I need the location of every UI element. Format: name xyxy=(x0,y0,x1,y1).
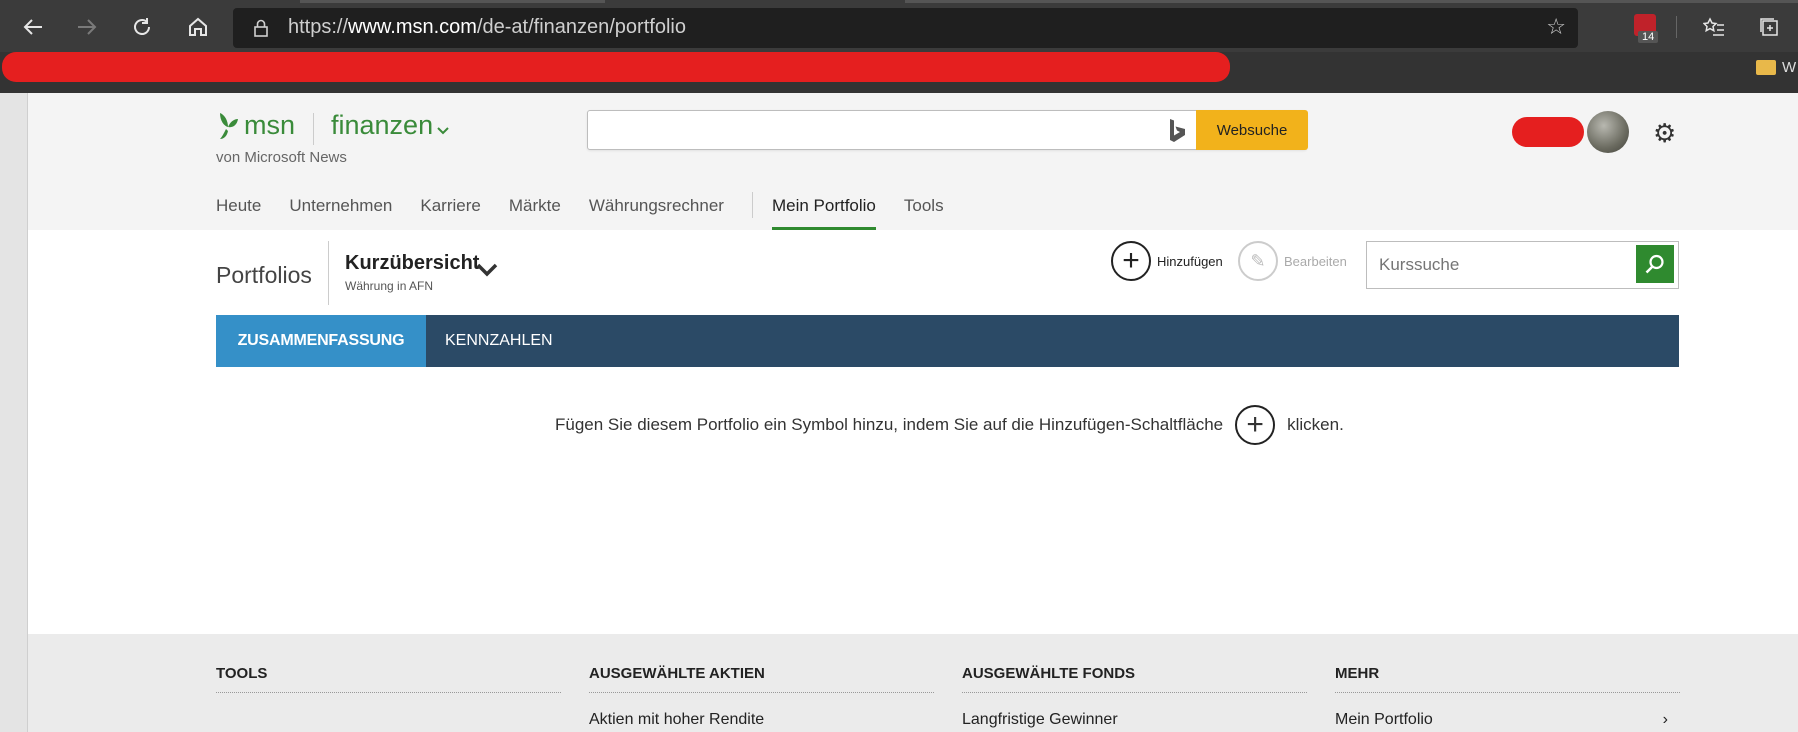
nav-item-tools[interactable]: Tools xyxy=(904,196,944,230)
footer-column-tools: TOOLS xyxy=(216,665,561,693)
msn-logo[interactable]: msn xyxy=(216,110,295,141)
nav-item-waehrungsrechner[interactable]: Währungsrechner xyxy=(589,196,724,230)
extension-badge: 14 xyxy=(1638,31,1659,43)
nav-item-karriere[interactable]: Karriere xyxy=(420,196,480,230)
chevron-right-icon: › xyxy=(1662,711,1668,728)
search-icon xyxy=(1645,254,1664,274)
address-bar[interactable]: https://www.msn.com/de-at/finanzen/portf… xyxy=(233,8,1578,48)
quote-search-input[interactable] xyxy=(1367,242,1632,288)
collections-icon[interactable] xyxy=(1752,10,1786,44)
forward-icon[interactable] xyxy=(70,10,104,44)
footer-link-mein-portfolio[interactable]: Mein Portfolio › xyxy=(1335,711,1680,729)
portfolio-view-title[interactable]: Kurzübersicht xyxy=(345,252,479,275)
add-icon[interactable]: + xyxy=(1111,241,1151,281)
empty-state-message: Fügen Sie diesem Portfolio ein Symbol hi… xyxy=(555,405,1344,445)
web-search-button[interactable]: Websuche xyxy=(1196,110,1308,150)
portfolios-label[interactable]: Portfolios xyxy=(216,262,312,289)
footer-heading: MEHR xyxy=(1335,665,1680,693)
refresh-icon[interactable] xyxy=(125,10,159,44)
logo-divider xyxy=(313,113,314,145)
url-text: https://www.msn.com/de-at/finanzen/portf… xyxy=(288,16,686,38)
folder-icon[interactable] xyxy=(1756,60,1776,75)
gear-icon[interactable]: ⚙ xyxy=(1653,120,1676,146)
byline: von Microsoft News xyxy=(216,149,347,166)
home-icon[interactable] xyxy=(181,10,215,44)
main-nav: Heute Unternehmen Karriere Märkte Währun… xyxy=(216,192,972,230)
browser-tab-edge xyxy=(905,0,1798,3)
avatar[interactable] xyxy=(1587,111,1629,153)
portfolio-divider xyxy=(328,241,329,305)
redaction-mark xyxy=(2,52,1230,82)
add-button-label[interactable]: Hinzufügen xyxy=(1157,254,1223,269)
toolbar-separator xyxy=(1676,16,1677,38)
nav-item-mein-portfolio[interactable]: Mein Portfolio xyxy=(771,196,876,230)
footer-heading: TOOLS xyxy=(216,665,561,693)
tab-zusammenfassung[interactable]: ZUSAMMENFASSUNG xyxy=(216,315,426,367)
chevron-down-icon[interactable] xyxy=(475,262,499,278)
web-search-input[interactable] xyxy=(588,111,1168,149)
section-title[interactable]: finanzen xyxy=(331,110,433,141)
footer-link[interactable]: Aktien mit hoher Rendite xyxy=(589,711,934,729)
footer-column-funds: AUSGEWÄHLTE FONDS Langfristige Gewinner xyxy=(962,665,1307,729)
nav-item-unternehmen[interactable]: Unternehmen xyxy=(289,196,392,230)
redaction-mark xyxy=(1512,117,1584,147)
nav-item-heute[interactable]: Heute xyxy=(216,196,261,230)
add-icon: + xyxy=(1235,405,1276,445)
brand-name: msn xyxy=(244,110,296,140)
page-gutter xyxy=(0,93,28,732)
footer-heading: AUSGEWÄHLTE AKTIEN xyxy=(589,665,934,693)
portfolio-tabs: ZUSAMMENFASSUNG KENNZAHLEN xyxy=(216,315,1679,367)
butterfly-icon xyxy=(220,112,238,139)
favorites-list-icon[interactable] xyxy=(1697,10,1731,44)
portfolio-currency: Währung in AFN xyxy=(345,279,434,293)
bing-icon xyxy=(1170,119,1185,142)
favorite-star-icon[interactable]: ☆ xyxy=(1546,14,1566,40)
nav-item-maerkte[interactable]: Märkte xyxy=(509,196,561,230)
quote-search-button[interactable] xyxy=(1636,245,1674,283)
back-icon[interactable] xyxy=(16,10,50,44)
footer-link[interactable]: Langfristige Gewinner xyxy=(962,711,1307,729)
footer-heading: AUSGEWÄHLTE FONDS xyxy=(962,665,1307,693)
footer-column-more: MEHR Mein Portfolio › xyxy=(1335,665,1680,729)
quote-search xyxy=(1366,241,1679,289)
nav-divider xyxy=(751,192,753,218)
empty-state-text: Fügen Sie diesem Portfolio ein Symbol hi… xyxy=(555,415,1224,434)
footer-column-stocks: AUSGEWÄHLTE AKTIEN Aktien mit hoher Rend… xyxy=(589,665,934,729)
tab-kennzahlen[interactable]: KENNZAHLEN xyxy=(445,315,553,367)
browser-tab-edge xyxy=(300,0,605,3)
empty-state-text-end: klicken. xyxy=(1287,415,1344,434)
pencil-icon: ✎ xyxy=(1238,241,1278,281)
lock-icon xyxy=(254,19,268,37)
bookmark-folder-label[interactable]: W xyxy=(1782,59,1796,76)
edit-button-label: Bearbeiten xyxy=(1284,254,1347,269)
chevron-down-icon[interactable] xyxy=(437,122,449,138)
